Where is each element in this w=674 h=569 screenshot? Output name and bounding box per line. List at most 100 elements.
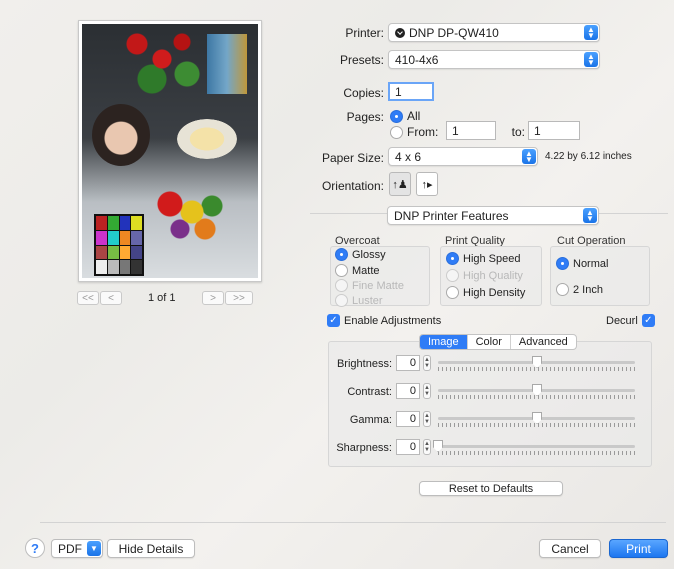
help-button[interactable]: ?	[25, 538, 45, 558]
tab-color[interactable]: Color	[468, 335, 511, 349]
slider-value-input[interactable]: 0	[396, 439, 420, 455]
quality-high-density-option[interactable]: High Density	[446, 286, 525, 299]
slider-value-input[interactable]: 0	[396, 383, 420, 399]
paper-size-popup[interactable]: 4 x 6 ▲ ▼	[388, 147, 538, 166]
printer-label: Printer:	[345, 26, 384, 40]
overcoat-glossy-option[interactable]: Glossy	[335, 248, 386, 261]
pages-from-input[interactable]: 1	[446, 121, 496, 140]
radio-icon	[390, 109, 403, 123]
chevron-updown-icon: ▲ ▼	[522, 149, 536, 164]
last-page-button[interactable]: >>	[225, 291, 253, 305]
radio-icon	[335, 279, 348, 292]
presets-popup[interactable]: 410-4x6 ▲ ▼	[388, 50, 600, 69]
overcoat-luster-option[interactable]: Luster	[335, 294, 383, 307]
cut-2inch-option[interactable]: 2 Inch	[556, 283, 603, 296]
pdf-menu-button[interactable]: PDF ▼	[51, 539, 103, 558]
reset-to-defaults-button[interactable]: Reset to Defaults	[419, 481, 563, 496]
slider-value-input[interactable]: 0	[396, 411, 420, 427]
radio-icon	[446, 286, 459, 299]
radio-icon	[335, 264, 348, 277]
radio-icon	[556, 283, 569, 296]
footer-divider	[40, 522, 666, 523]
portrait-orientation-button[interactable]: ↑♟	[389, 172, 411, 196]
cut-operation-group	[550, 246, 650, 306]
slider-label: Brightness:	[336, 358, 392, 370]
quality-high-quality-label: High Quality	[463, 269, 523, 282]
paper-dimensions: 4.22 by 6.12 inches	[545, 151, 632, 162]
quality-high-density-label: High Density	[463, 286, 526, 299]
printer-status-icon	[395, 27, 405, 38]
tab-advanced[interactable]: Advanced	[511, 335, 576, 349]
printer-popup[interactable]: DNP DP-QW410 ▲ ▼	[388, 23, 600, 42]
copies-label: Copies:	[343, 86, 384, 100]
paper-size-label: Paper Size:	[321, 151, 384, 165]
radio-icon	[335, 248, 348, 261]
pages-all-option[interactable]: All	[390, 109, 420, 123]
overcoat-fine-matte-option[interactable]: Fine Matte	[335, 279, 404, 292]
next-page-button[interactable]: >	[202, 291, 224, 305]
preview-photo	[82, 24, 258, 278]
tab-image[interactable]: Image	[420, 335, 468, 349]
enable-adjustments-checkbox[interactable]: ✓ Enable Adjustments	[327, 314, 441, 327]
radio-icon	[390, 125, 403, 139]
cut-2inch-label: 2 Inch	[573, 283, 603, 296]
adjustment-tabs: Image Color Advanced	[419, 334, 577, 350]
first-page-button[interactable]: <<	[77, 291, 99, 305]
decurl-label: Decurl	[606, 314, 638, 327]
chevron-updown-icon: ▲ ▼	[583, 208, 597, 223]
pages-from-option[interactable]: From:	[390, 125, 438, 139]
paper-size-value: 4 x 6	[395, 149, 422, 164]
orientation-label: Orientation:	[321, 179, 384, 193]
radio-icon	[556, 257, 569, 270]
cut-normal-label: Normal	[573, 257, 609, 270]
cut-normal-option[interactable]: Normal	[556, 257, 608, 270]
radio-icon	[335, 294, 348, 307]
presets-value: 410-4x6	[395, 52, 439, 67]
checkmark-icon: ✓	[327, 314, 340, 327]
overcoat-matte-label: Matte	[352, 264, 380, 277]
features-popup[interactable]: DNP Printer Features ▲ ▼	[387, 206, 599, 225]
slider-ticks	[438, 451, 635, 455]
printer-value: DNP DP-QW410	[409, 25, 499, 40]
slider-ticks	[438, 367, 635, 371]
cancel-button[interactable]: Cancel	[539, 539, 601, 558]
landscape-orientation-button[interactable]: ↑▸	[416, 172, 438, 196]
decurl-checkbox[interactable]: Decurl ✓	[606, 314, 655, 327]
slider-ticks	[438, 423, 635, 427]
stepper-icon[interactable]: ▲ ▼	[423, 355, 431, 371]
radio-icon	[446, 252, 459, 265]
pdf-label: PDF	[58, 541, 82, 556]
chevron-updown-icon: ▲ ▼	[584, 25, 598, 40]
pages-from-label: From:	[407, 125, 439, 139]
overcoat-glossy-label: Glossy	[352, 248, 386, 261]
overcoat-luster-label: Luster	[352, 294, 383, 307]
stepper-icon[interactable]: ▲ ▼	[423, 411, 431, 427]
pages-all-label: All	[407, 109, 421, 123]
print-button[interactable]: Print	[609, 539, 668, 558]
slider-label: Contrast:	[347, 386, 392, 398]
copies-input[interactable]: 1	[388, 82, 434, 101]
pages-to-label: to:	[511, 125, 525, 139]
print-preview	[78, 20, 262, 282]
slider-label: Sharpness:	[336, 442, 392, 454]
overcoat-matte-option[interactable]: Matte	[335, 264, 380, 277]
stepper-icon[interactable]: ▲ ▼	[423, 439, 431, 455]
slider-value-input[interactable]: 0	[396, 355, 420, 371]
quality-high-speed-label: High Speed	[463, 252, 521, 265]
pages-to-input[interactable]: 1	[528, 121, 580, 140]
portrait-icon: ↑♟	[392, 178, 408, 191]
presets-label: Presets:	[339, 53, 384, 67]
quality-high-speed-option[interactable]: High Speed	[446, 252, 521, 265]
slider-track[interactable]	[438, 445, 635, 448]
stepper-icon[interactable]: ▲ ▼	[423, 383, 431, 399]
color-checker-chart	[94, 214, 144, 276]
radio-icon	[446, 269, 459, 282]
hide-details-button[interactable]: Hide Details	[107, 539, 195, 558]
previous-page-button[interactable]: <	[100, 291, 122, 305]
features-value: DNP Printer Features	[394, 208, 509, 223]
page-count: 1 of 1	[148, 292, 176, 304]
checkmark-icon: ✓	[641, 314, 655, 327]
enable-adjustments-label: Enable Adjustments	[344, 314, 442, 327]
pages-label: Pages:	[346, 110, 384, 124]
quality-high-quality-option[interactable]: High Quality	[446, 269, 523, 282]
